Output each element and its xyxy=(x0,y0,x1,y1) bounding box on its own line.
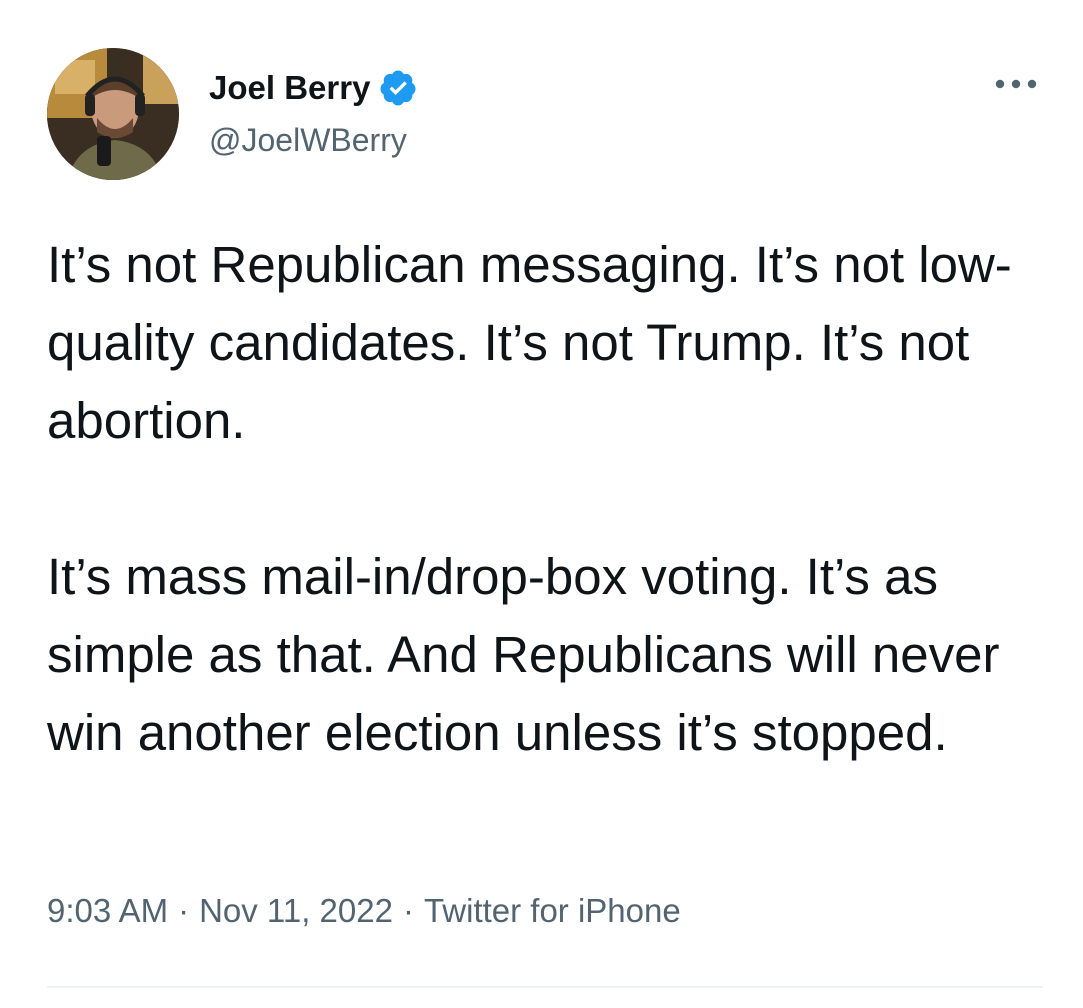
author-names: Joel Berry @JoelWBerry xyxy=(209,66,418,159)
tweet-text: It’s not Republican messaging. It’s not … xyxy=(47,226,1047,772)
tweet-source[interactable]: Twitter for iPhone xyxy=(424,892,681,929)
tweet-date[interactable]: Nov 11, 2022 xyxy=(199,892,393,929)
tweet: Joel Berry @JoelWBerry It’s not Republic… xyxy=(0,0,1083,1008)
avatar-image xyxy=(47,48,179,180)
tweet-time[interactable]: 9:03 AM xyxy=(47,892,168,929)
more-horizontal-icon[interactable] xyxy=(993,74,1039,94)
tweet-paragraph-2: It’s mass mail-in/drop-box voting. It’s … xyxy=(47,548,1000,761)
tweet-metadata: 9:03 AM · Nov 11, 2022 · Twitter for iPhone xyxy=(47,892,681,930)
tweet-header: Joel Berry @JoelWBerry xyxy=(47,48,1043,180)
avatar[interactable] xyxy=(47,48,179,180)
author-handle[interactable]: @JoelWBerry xyxy=(209,122,418,159)
divider xyxy=(47,986,1043,988)
tweet-paragraph-1: It’s not Republican messaging. It’s not … xyxy=(47,236,1012,449)
separator: · xyxy=(178,892,190,929)
display-name[interactable]: Joel Berry xyxy=(209,69,370,107)
separator: · xyxy=(402,892,414,929)
display-name-row: Joel Berry xyxy=(209,66,418,110)
verified-badge-icon xyxy=(378,68,418,108)
